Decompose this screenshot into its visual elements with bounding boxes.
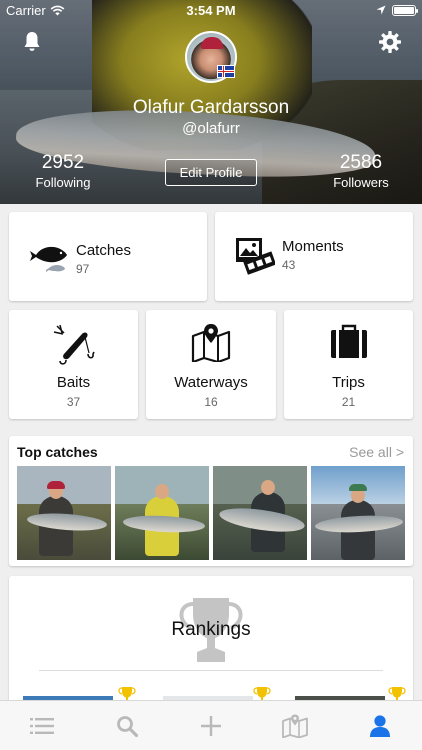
followers-label: Followers <box>333 175 389 190</box>
catch-photo-3[interactable] <box>213 466 307 560</box>
waterways-count: 16 <box>204 395 218 409</box>
see-all-link[interactable]: See all > <box>349 444 404 460</box>
tab-bar <box>0 700 422 750</box>
top-catches-section: Top catches See all > <box>9 436 413 566</box>
followers-count: 2586 <box>339 152 383 173</box>
baits-count: 37 <box>66 395 81 409</box>
following-count: 2952 <box>41 152 85 173</box>
top-catches-title: Top catches <box>17 444 98 460</box>
rankings-section[interactable]: Rankings <box>9 576 413 706</box>
followers-stat[interactable]: 2586 Followers <box>316 152 406 190</box>
tab-add[interactable] <box>169 701 253 750</box>
rankings-title: Rankings <box>171 619 251 640</box>
catches-count: 97 <box>76 262 90 276</box>
baits-label: Baits <box>56 374 91 391</box>
baits-card[interactable]: Baits 37 <box>9 310 138 419</box>
profile-icon <box>369 714 390 737</box>
trips-card[interactable]: Trips 21 <box>284 310 413 419</box>
tab-search[interactable] <box>84 701 168 750</box>
profile-name: Olafur Gardarsson <box>132 97 290 118</box>
moments-card[interactable]: Moments 43 <box>215 212 413 301</box>
catches-label: Catches <box>76 242 132 259</box>
following-stat[interactable]: 2952 Following <box>18 152 108 190</box>
moments-label: Moments <box>282 238 344 255</box>
map-pin-icon <box>191 324 231 362</box>
status-bar: Carrier 3:54 PM <box>0 0 422 20</box>
waterways-label: Waterways <box>174 374 248 391</box>
tab-profile[interactable] <box>338 701 422 750</box>
map-icon <box>282 714 309 738</box>
add-plus-icon <box>201 715 222 736</box>
catch-photo-1[interactable] <box>17 466 111 560</box>
photos-filmstrip-icon <box>236 238 275 275</box>
catch-photo-2[interactable] <box>115 466 209 560</box>
catch-photo-4[interactable] <box>311 466 405 560</box>
trips-count: 21 <box>341 395 356 409</box>
fish-icon <box>30 246 67 272</box>
notifications-bell-icon[interactable] <box>20 30 44 54</box>
feed-list-icon <box>30 717 55 734</box>
following-label: Following <box>35 175 91 190</box>
edit-profile-button[interactable]: Edit Profile <box>165 159 257 186</box>
profile-handle: @olafurr <box>182 120 240 137</box>
tab-map[interactable] <box>253 701 337 750</box>
trips-label: Trips <box>332 374 365 391</box>
waterways-card[interactable]: Waterways 16 <box>146 310 276 419</box>
battery-icon <box>392 4 418 16</box>
moments-count: 43 <box>282 258 296 272</box>
catches-card[interactable]: Catches 97 <box>9 212 207 301</box>
fishing-lure-icon <box>53 324 95 365</box>
search-icon <box>116 715 138 737</box>
suitcase-icon <box>330 324 367 358</box>
iceland-flag-icon <box>217 65 235 78</box>
tab-feed[interactable] <box>0 701 84 750</box>
status-time: 3:54 PM <box>186 2 236 18</box>
settings-gear-icon[interactable] <box>378 30 402 54</box>
